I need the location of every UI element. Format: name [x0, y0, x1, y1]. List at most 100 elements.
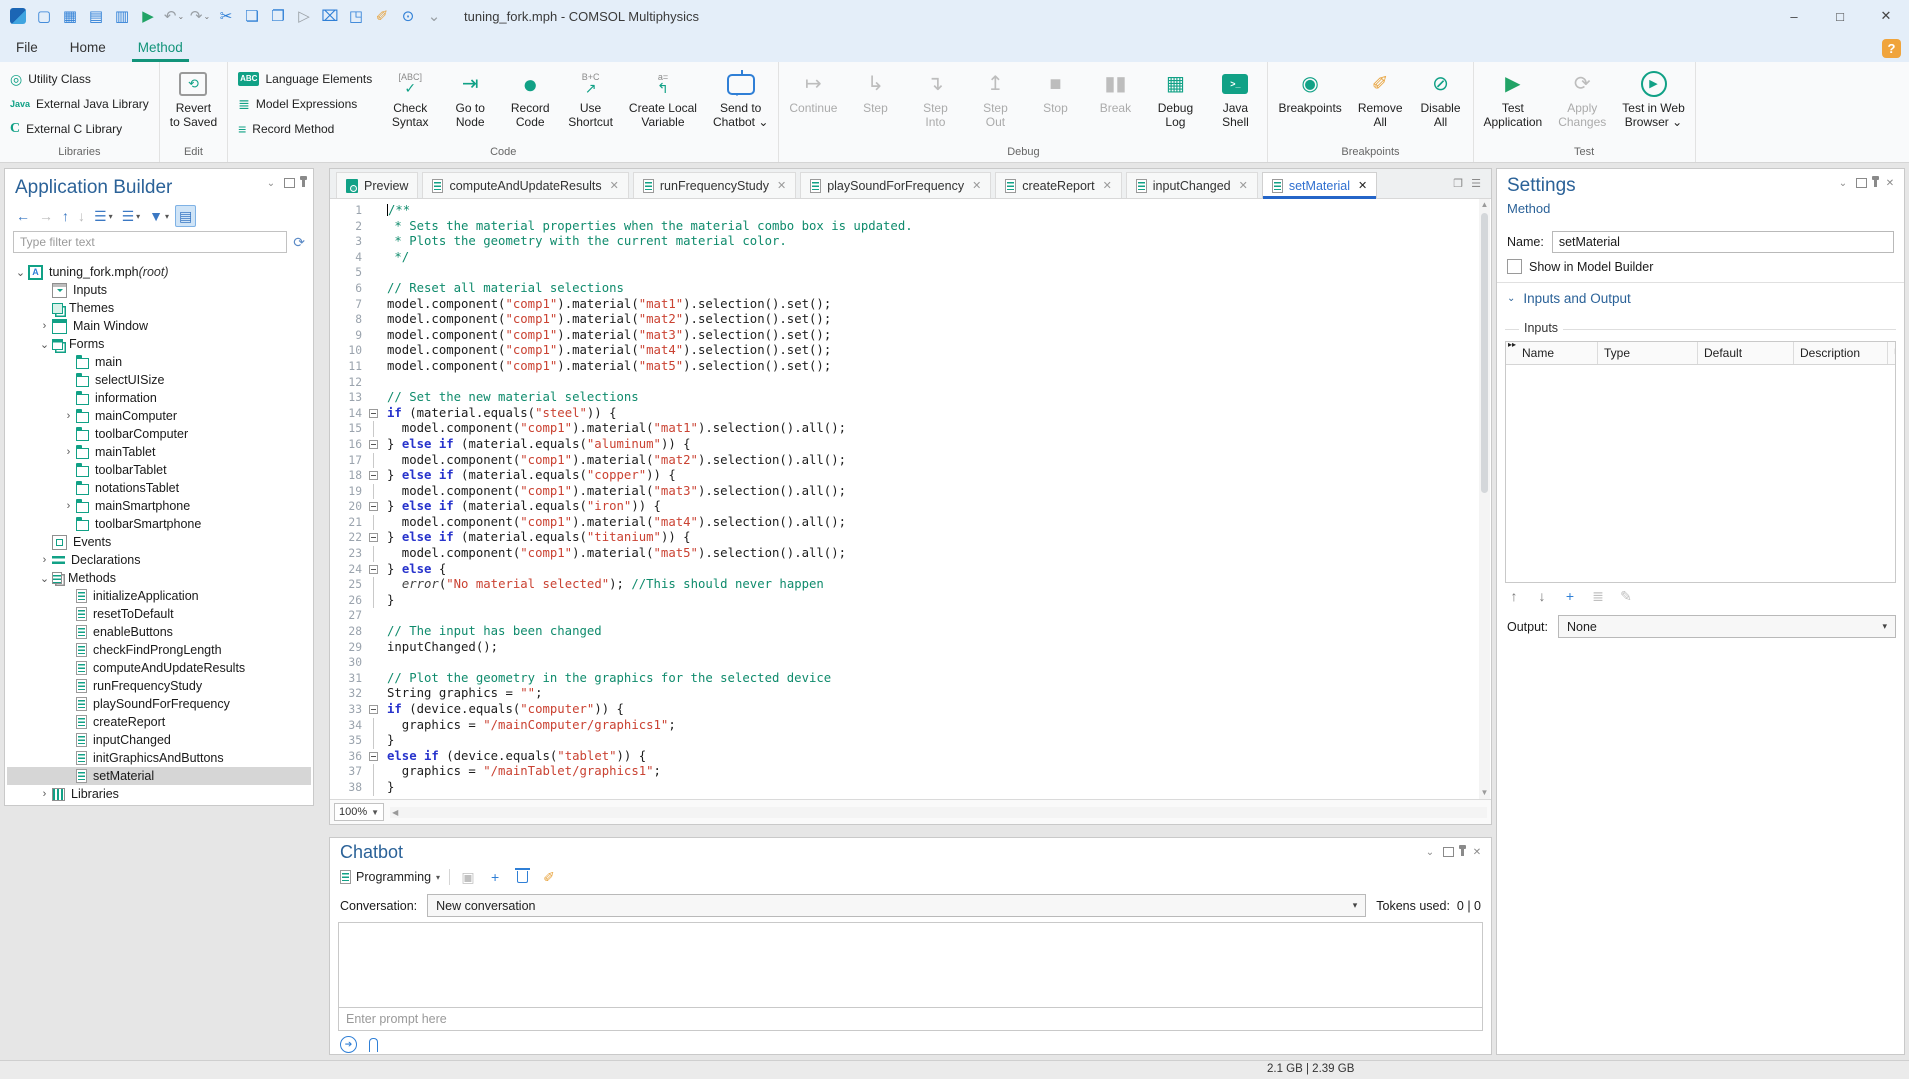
chatbot-mode-dropdown[interactable]: Programming ▾ [340, 870, 440, 884]
close-panel-icon[interactable]: ✕ [1471, 846, 1483, 858]
duplicate-icon[interactable]: ▷ [292, 4, 316, 28]
tree-item-setmaterial[interactable]: setMaterial [7, 767, 311, 785]
use-shortcut-button[interactable]: B+C↗Use Shortcut [560, 65, 621, 129]
panel-menu-icon[interactable]: ⌄ [1424, 846, 1436, 858]
fold-toggle-icon[interactable] [367, 468, 381, 484]
tree-item-checkfindpronglength[interactable]: checkFindProngLength [7, 641, 311, 659]
collapse-icon[interactable]: ⌄ [13, 266, 28, 279]
paste-icon[interactable]: ❐ [266, 4, 290, 28]
editor-tab-computeandupdateresults[interactable]: computeAndUpdateResults✕ [422, 172, 628, 198]
go-to-node-button[interactable]: ⇥Go to Node [440, 65, 500, 129]
tree-item-toolbartablet[interactable]: toolbarTablet [7, 461, 311, 479]
editor-zoom-control[interactable]: 100% ▼ [334, 803, 384, 821]
move-down-icon[interactable]: ↓ [75, 206, 88, 226]
tree-item-tuning-fork-mph[interactable]: ⌄Atuning_fork.mph (root) [7, 263, 311, 281]
test-application-button[interactable]: ▶Test Application [1476, 65, 1551, 129]
scroll-left-icon[interactable]: ◀ [392, 807, 398, 818]
test-in-web-browser-button[interactable]: ▶Test in Web Browser ⌄ [1614, 65, 1692, 129]
close-tab-icon[interactable]: ✕ [972, 179, 981, 192]
panel-menu-icon[interactable]: ⌄ [265, 177, 277, 189]
save-icon[interactable]: ▤ [84, 4, 108, 28]
open-chat-window-icon[interactable]: ▣ [459, 868, 477, 886]
tree-item-inputs[interactable]: Inputs [7, 281, 311, 299]
redo-icon[interactable]: ↷⌄ [188, 4, 212, 28]
disable-all-button[interactable]: ⊘Disable All [1411, 65, 1471, 129]
editor-tab-setmaterial[interactable]: setMaterial✕ [1262, 172, 1377, 198]
record-code-button[interactable]: ●Record Code [500, 65, 560, 129]
collapse-icon[interactable]: ⌄ [37, 338, 52, 351]
external-java-library-button[interactable]: JavaExternal Java Library [2, 91, 157, 116]
new-conversation-icon[interactable]: + [486, 868, 504, 886]
column-header-description[interactable]: Description [1794, 342, 1888, 364]
minimize-button[interactable]: – [1771, 0, 1817, 32]
close-tab-icon[interactable]: ✕ [1103, 179, 1112, 192]
tree-item-runfrequencystudy[interactable]: runFrequencyStudy [7, 677, 311, 695]
float-panel-icon[interactable] [284, 178, 295, 188]
language-elements-button[interactable]: ABCLanguage Elements [230, 66, 380, 91]
send-to-chatbot-button[interactable]: Send to Chatbot ⌄ [705, 65, 776, 129]
delete-icon[interactable]: ⌧ [318, 4, 342, 28]
tree-item-main[interactable]: main [7, 353, 311, 371]
customize-quick-access-icon[interactable]: ⌄ [422, 4, 446, 28]
tree-item-mainsmartphone[interactable]: ›mainSmartphone [7, 497, 311, 515]
collapse-icon[interactable]: ⌄ [37, 572, 52, 585]
tree-item-computeandupdateresults[interactable]: computeAndUpdateResults [7, 659, 311, 677]
code-editor[interactable]: 1/**2 * Sets the material properties whe… [330, 199, 1491, 799]
conversation-dropdown[interactable]: New conversation ▾ [427, 894, 1366, 917]
scroll-down-icon[interactable]: ▼ [1479, 787, 1490, 799]
tree-item-maintablet[interactable]: ›mainTablet [7, 443, 311, 461]
attach-file-icon[interactable] [369, 1038, 378, 1052]
expand-icon[interactable]: › [61, 446, 76, 458]
record-method-button[interactable]: ≡Record Method [230, 116, 380, 141]
fold-toggle-icon[interactable] [367, 702, 381, 718]
pin-panel-icon[interactable] [1874, 179, 1877, 187]
tree-item-resettodefault[interactable]: resetToDefault [7, 605, 311, 623]
check-syntax-button[interactable]: [ABC]✓Check Syntax [380, 65, 440, 129]
tree-item-maincomputer[interactable]: ›mainComputer [7, 407, 311, 425]
inputs-and-output-section-header[interactable]: ⌄ Inputs and Output [1507, 291, 1631, 306]
pin-panel-icon[interactable] [1461, 848, 1464, 856]
tree-item-createreport[interactable]: createReport [7, 713, 311, 731]
chat-prompt-input[interactable] [338, 1007, 1483, 1031]
expand-icon[interactable]: › [61, 500, 76, 512]
tree-item-information[interactable]: information [7, 389, 311, 407]
panel-menu-icon[interactable]: ⌄ [1837, 177, 1849, 189]
expand-icon[interactable]: › [61, 410, 76, 422]
external-c-library-button[interactable]: CExternal C Library [2, 116, 157, 141]
tree-item-themes[interactable]: Themes [7, 299, 311, 317]
output-dropdown[interactable]: None ▾ [1558, 615, 1896, 638]
editor-horizontal-scrollbar[interactable]: ◀ [390, 807, 1487, 818]
filter-icon[interactable]: ▼▾ [146, 206, 172, 226]
debug-log-button[interactable]: ▦Debug Log [1145, 65, 1205, 129]
close-tab-icon[interactable]: ✕ [1239, 179, 1248, 192]
delete-conversation-icon[interactable] [513, 868, 531, 886]
fold-toggle-icon[interactable] [367, 406, 381, 422]
tree-item-forms[interactable]: ⌄Forms [7, 335, 311, 353]
model-expressions-button[interactable]: ≣Model Expressions [230, 91, 380, 116]
fold-toggle-icon[interactable] [367, 562, 381, 578]
tree-item-enablebuttons[interactable]: enableButtons [7, 623, 311, 641]
go-back-icon[interactable]: ← [13, 206, 33, 226]
model-data-access-toggle-icon[interactable]: ▤ [175, 205, 196, 227]
editor-tab-inputchanged[interactable]: inputChanged✕ [1126, 172, 1258, 198]
editor-menu-icon[interactable]: ☰ [1471, 177, 1481, 190]
fold-toggle-icon[interactable] [367, 530, 381, 546]
breakpoints-button[interactable]: ◉Breakpoints [1270, 65, 1349, 115]
collapse-all-icon[interactable]: ☰▾ [91, 206, 116, 226]
tree-item-playsoundforfrequency[interactable]: playSoundForFrequency [7, 695, 311, 713]
refresh-preview-icon[interactable]: ⟳ [293, 234, 305, 251]
undo-icon[interactable]: ↶⌄ [162, 4, 186, 28]
expand-icon[interactable]: › [37, 320, 52, 332]
copy-icon[interactable]: ❏ [240, 4, 264, 28]
tree-item-events[interactable]: Events [7, 533, 311, 551]
ribbon-tab-home[interactable]: Home [54, 34, 122, 62]
scroll-up-icon[interactable]: ▲ [1479, 199, 1490, 211]
add-row-icon[interactable]: + [1561, 587, 1579, 605]
close-button[interactable]: ✕ [1863, 0, 1909, 32]
column-header-default[interactable]: Default [1698, 342, 1794, 364]
pin-panel-icon[interactable] [302, 179, 305, 187]
cut-icon[interactable]: ✂ [214, 4, 238, 28]
ribbon-tab-method[interactable]: Method [122, 34, 199, 62]
column-header-unit[interactable]: Unit [1888, 342, 1896, 364]
help-icon[interactable]: ? [1882, 39, 1901, 58]
